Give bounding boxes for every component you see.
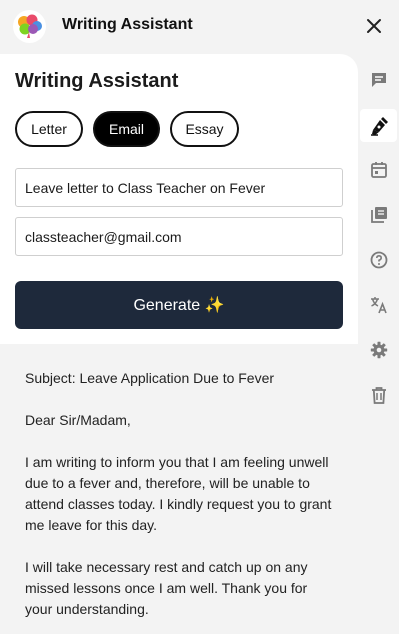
recipient-email-input[interactable] — [15, 217, 343, 256]
sidebar-item-translate[interactable] — [366, 292, 392, 318]
close-button[interactable] — [362, 14, 386, 38]
tab-letter[interactable]: Letter — [15, 111, 83, 147]
help-icon — [370, 251, 388, 269]
header-bar: Writing Assistant — [0, 0, 399, 54]
sidebar-item-write[interactable] — [360, 109, 397, 142]
tab-email[interactable]: Email — [93, 111, 160, 147]
chat-icon — [372, 73, 386, 87]
close-icon — [367, 19, 381, 33]
output-paragraph: I am writing to inform you that I am fee… — [25, 454, 332, 533]
sidebar-item-chat[interactable] — [366, 67, 392, 93]
sidebar-item-calendar[interactable] — [366, 157, 392, 183]
sidebar-item-library[interactable] — [366, 202, 392, 228]
sidebar-item-settings[interactable] — [366, 337, 392, 363]
output-greeting: Dear Sir/Madam, — [25, 412, 131, 428]
brain-logo-icon — [13, 10, 46, 43]
pen-icon — [370, 116, 388, 136]
translate-icon — [371, 297, 387, 314]
sidebar-item-delete[interactable] — [366, 382, 392, 408]
generated-output: Subject: Leave Application Due to Fever … — [0, 344, 358, 634]
writing-form-panel: Writing Assistant Letter Email Essay Gen… — [0, 54, 358, 344]
sidebar — [358, 54, 399, 634]
panel-title: Writing Assistant — [15, 70, 179, 92]
output-paragraph: I will take necessary rest and catch up … — [25, 559, 308, 617]
generate-button[interactable]: Generate ✨ — [15, 281, 343, 329]
tab-essay[interactable]: Essay — [170, 111, 239, 147]
app-title: Writing Assistant — [62, 16, 193, 33]
output-subject: Subject: Leave Application Due to Fever — [25, 370, 275, 386]
sidebar-item-help[interactable] — [366, 247, 392, 273]
library-icon — [371, 207, 387, 223]
settings-icon — [370, 341, 388, 359]
topic-input[interactable] — [15, 168, 343, 207]
calendar-icon — [371, 162, 387, 178]
trash-icon — [372, 387, 386, 404]
